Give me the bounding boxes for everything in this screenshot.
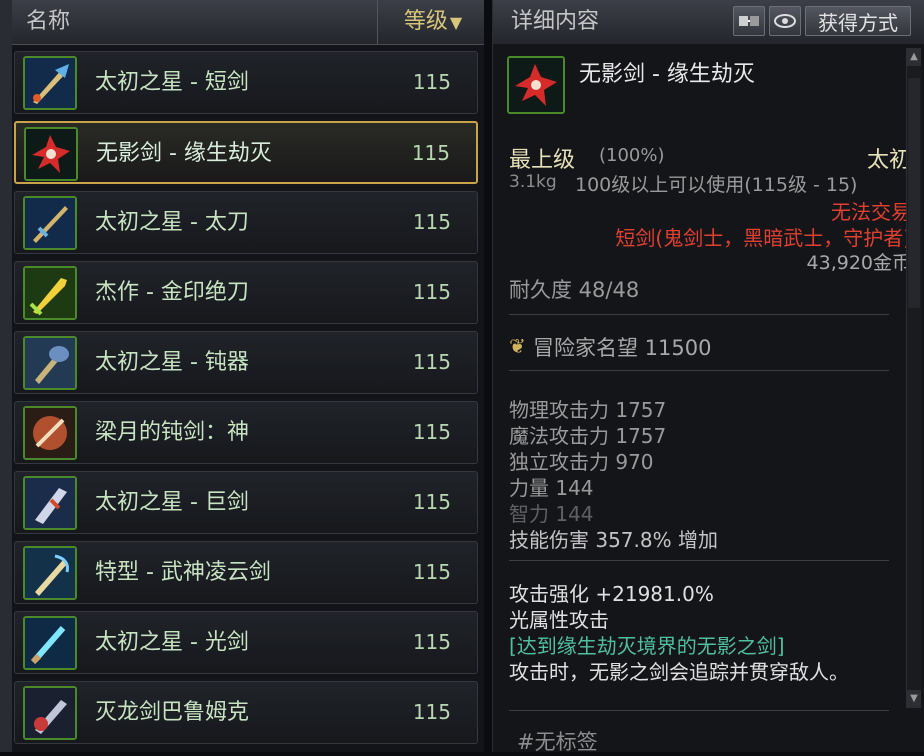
item-row[interactable]: 太初之星 - 钝器 115 <box>14 331 478 394</box>
detail-scrollbar[interactable]: ▲ ▼ <box>906 48 921 708</box>
item-list-panel: 名称 等级 ▼ 太初之星 - 短剑 115 无影剑 - 缘生劫灭 115 太初之星… <box>0 0 484 752</box>
golden-sword-icon <box>23 266 77 320</box>
item-level: 115 <box>412 210 451 234</box>
item-name: 太初之星 - 太刀 <box>95 210 249 235</box>
scroll-up-arrow-icon[interactable]: ▲ <box>907 48 921 66</box>
compare-button[interactable] <box>733 6 765 36</box>
divider <box>509 314 889 315</box>
weapon-class: 短剑(鬼剑士，黑暗武士，守护者) <box>615 226 911 250</box>
detail-item-name: 无影剑 - 缘生劫灭 <box>579 62 755 87</box>
sort-desc-icon: ▼ <box>449 13 463 32</box>
item-level: 115 <box>412 560 451 584</box>
item-row[interactable]: 太初之星 - 巨剑 115 <box>14 471 478 534</box>
item-level: 115 <box>411 141 450 165</box>
stat-skill-damage: 技能伤害 357.8% 增加 <box>509 528 718 552</box>
stat-independent-attack: 独立攻击力 970 <box>509 450 654 474</box>
item-name: 梁月的钝剑：神 <box>95 420 250 445</box>
divider <box>509 560 889 561</box>
item-level: 115 <box>412 630 451 654</box>
eye-icon <box>774 14 796 28</box>
level-column-header[interactable]: 等级 ▼ <box>382 0 484 44</box>
item-row[interactable]: 特型 - 武神凌云剑 115 <box>14 541 478 604</box>
item-row[interactable]: 杰作 - 金印绝刀 115 <box>14 261 478 324</box>
greatsword-icon <box>23 476 77 530</box>
item-detail-panel: 详细内容 获得方式 无影剑 - 缘生劫灭 最上级 (100%) 太初 3.1kg… <box>492 0 924 754</box>
scroll-down-arrow-icon[interactable]: ▼ <box>907 690 921 708</box>
detail-header: 详细内容 获得方式 <box>493 0 924 44</box>
name-column-header[interactable]: 名称 <box>12 0 378 44</box>
weight-value: 3.1kg <box>509 172 557 192</box>
dagger-icon <box>23 56 77 110</box>
adventurer-fame: 冒险家名望 11500 <box>533 336 712 360</box>
item-level: 115 <box>412 280 451 304</box>
stat-physical-attack: 物理攻击力 1757 <box>509 398 667 422</box>
item-name: 杰作 - 金印绝刀 <box>95 280 249 305</box>
stat-magic-attack: 魔法攻击力 1757 <box>509 424 667 448</box>
item-level: 115 <box>412 350 451 374</box>
item-row[interactable]: 太初之星 - 光剑 115 <box>14 611 478 674</box>
item-row-selected[interactable]: 无影剑 - 缘生劫灭 115 <box>14 121 478 184</box>
list-header: 名称 等级 ▼ <box>12 0 484 45</box>
durability: 耐久度 48/48 <box>509 278 640 302</box>
grade-percent: (100%) <box>599 145 665 166</box>
rarity-label: 太初 <box>866 148 911 173</box>
item-level: 115 <box>412 700 451 724</box>
view-button[interactable] <box>769 6 801 36</box>
obtain-method-button[interactable]: 获得方式 <box>805 6 911 36</box>
item-level: 115 <box>412 420 451 444</box>
lightsaber-icon <box>23 616 77 670</box>
grade-label: 最上级 <box>509 148 576 173</box>
item-row[interactable]: 太初之星 - 短剑 115 <box>14 51 478 114</box>
panel-edge <box>0 0 12 752</box>
item-level: 115 <box>412 490 451 514</box>
divider <box>509 370 889 371</box>
item-name: 灭龙剑巴鲁姆克 <box>95 700 250 725</box>
compare-icon <box>739 16 759 26</box>
item-row[interactable]: 太初之星 - 太刀 115 <box>14 191 478 254</box>
blunt-sword-icon <box>23 406 77 460</box>
stat-strength: 力量 144 <box>509 476 594 500</box>
dragon-sword-icon <box>23 686 77 740</box>
divider <box>509 710 889 711</box>
item-row[interactable]: 梁月的钝剑：神 115 <box>14 401 478 464</box>
fame-icon: ❦ <box>509 334 526 358</box>
sell-price: 43,920金币 <box>806 252 911 274</box>
special-sword-icon <box>23 546 77 600</box>
club-icon <box>23 336 77 390</box>
detail-body: 无影剑 - 缘生劫灭 最上级 (100%) 太初 3.1kg 100级以上可以使… <box>503 50 911 754</box>
element-attack: 光属性攻击 <box>509 608 609 632</box>
item-name: 太初之星 - 短剑 <box>95 70 249 95</box>
item-name: 特型 - 武神凌云剑 <box>95 560 271 585</box>
item-row[interactable]: 灭龙剑巴鲁姆克 115 <box>14 681 478 744</box>
scroll-thumb[interactable] <box>908 78 920 308</box>
stat-intelligence: 智力 144 <box>509 502 594 526</box>
item-effect-description: 攻击时，无影之剑会追踪并贯穿敌人。 <box>509 660 849 684</box>
item-level: 115 <box>412 70 451 94</box>
item-list: 太初之星 - 短剑 115 无影剑 - 缘生劫灭 115 太初之星 - 太刀 1… <box>14 51 478 751</box>
katana-icon <box>23 196 77 250</box>
attack-enhance: 攻击强化 +21981.0% <box>509 582 714 606</box>
trade-status: 无法交易 <box>831 200 911 224</box>
item-name: 无影剑 - 缘生劫灭 <box>96 141 272 166</box>
item-name: 太初之星 - 光剑 <box>95 630 249 655</box>
flavor-quote: [达到缘生劫灭境界的无影之剑] <box>509 634 785 658</box>
red-blade-icon <box>24 127 78 181</box>
red-blade-icon <box>507 56 565 114</box>
detail-title: 详细内容 <box>511 9 600 34</box>
item-name: 太初之星 - 巨剑 <box>95 490 249 515</box>
level-header-label: 等级 <box>403 9 448 34</box>
level-requirement: 100级以上可以使用(115级 - 15) <box>575 174 858 196</box>
item-name: 太初之星 - 钝器 <box>95 350 249 375</box>
